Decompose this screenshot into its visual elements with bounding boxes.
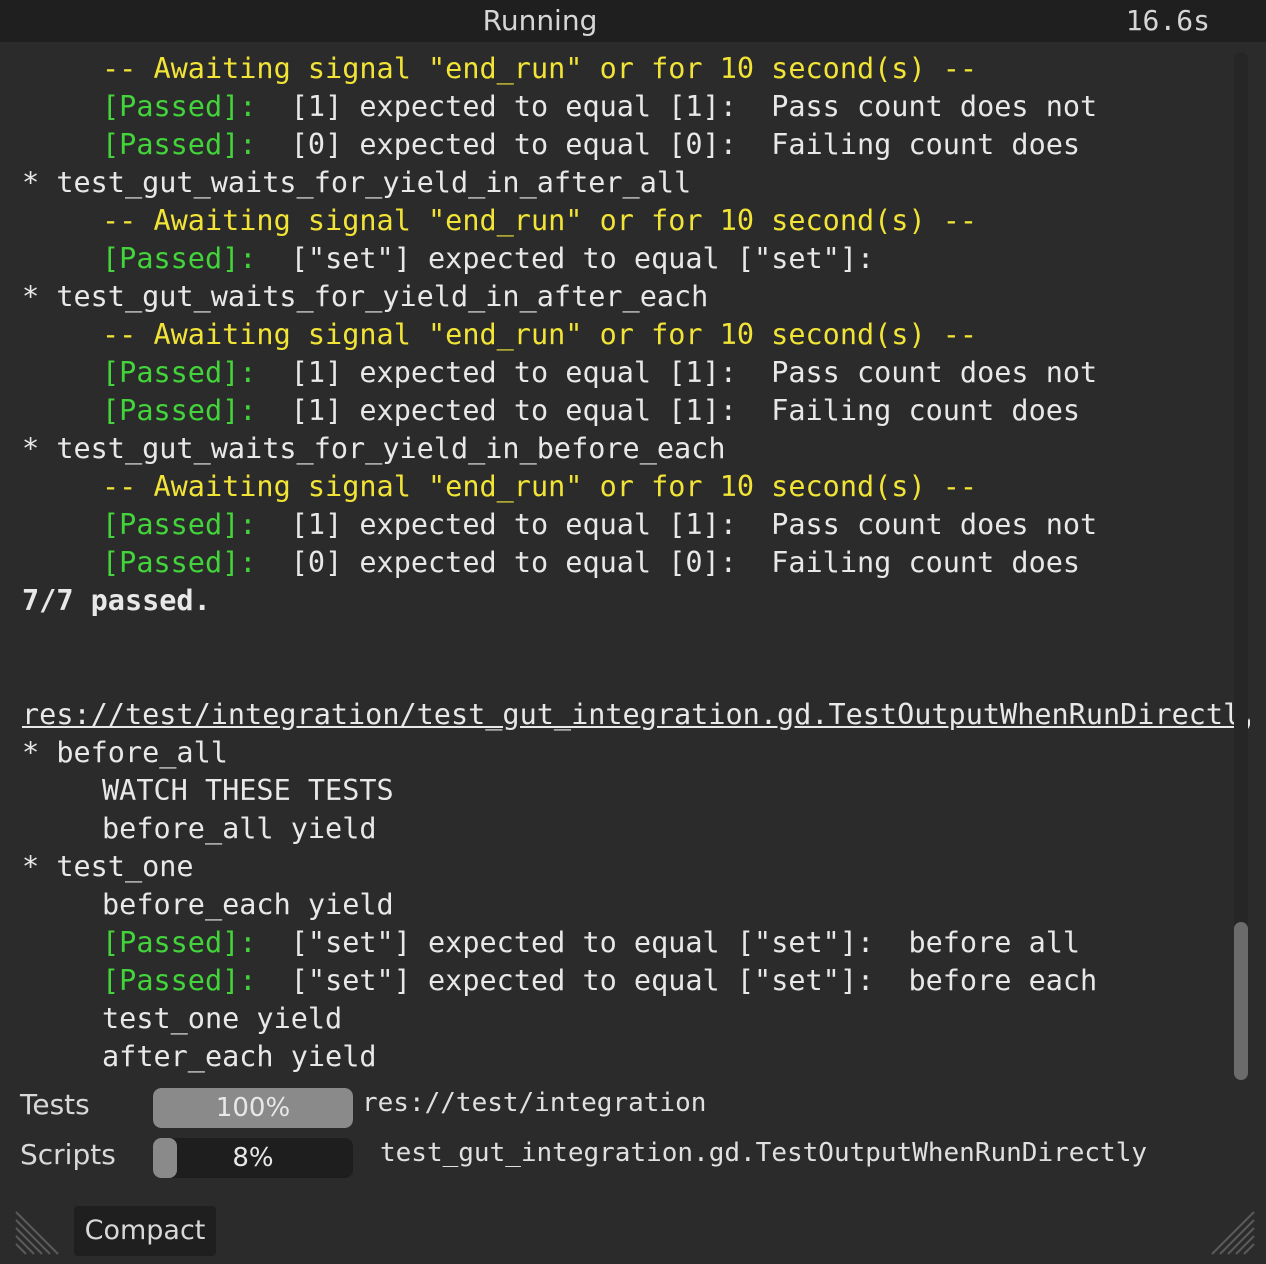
tests-label: Tests (20, 1088, 90, 1121)
test-name-line: * test_gut_waits_for_yield_in_after_each (22, 280, 709, 313)
passed-tag: [Passed]: (102, 128, 257, 161)
assert-passed-line: [Passed]: ["set"] expected to equal ["se… (102, 240, 874, 278)
await-signal-line: -- Awaiting signal "end_run" or for 10 s… (102, 204, 978, 237)
await-signal-line: -- Awaiting signal "end_run" or for 10 s… (102, 318, 978, 351)
title-bar[interactable]: Running 16.6s (0, 0, 1266, 42)
assert-passed-line: [Passed]: ["set"] expected to equal ["se… (102, 962, 1097, 1000)
passed-tag: [Passed]: (102, 926, 257, 959)
compact-button[interactable]: Compact (74, 1206, 216, 1256)
assert-passed-line: [Passed]: [1] expected to equal [1]: Pas… (102, 88, 1097, 126)
info-line: after_each yield (102, 1040, 377, 1073)
passed-tag: [Passed]: (102, 90, 257, 123)
tests-progress-percent: 100% (215, 1093, 291, 1123)
passed-tag: [Passed]: (102, 546, 257, 579)
passed-tag: [Passed]: (102, 394, 257, 427)
scripts-progress-percent: 8% (232, 1143, 274, 1173)
test-name-line: * test_gut_waits_for_yield_in_after_all (22, 166, 692, 199)
window-title: Running (482, 4, 598, 37)
scripts-current-script: test_gut_integration.gd.TestOutputWhenRu… (380, 1138, 1148, 1168)
tests-current-path: res://test/integration (362, 1088, 707, 1118)
passed-tag: [Passed]: (102, 508, 257, 541)
info-line: test_one yield (102, 1002, 343, 1035)
assert-message: ["set"] expected to equal ["set"]: befor… (256, 926, 1081, 959)
assert-passed-line: [Passed]: [1] expected to equal [1]: Pas… (102, 354, 1097, 392)
assert-message: [1] expected to equal [1]: Pass count do… (256, 356, 1098, 389)
passed-tag: [Passed]: (102, 356, 257, 389)
test-output-log[interactable]: -- Awaiting signal "end_run" or for 10 s… (4, 46, 1250, 1078)
test-name-line: * before_all (22, 736, 228, 769)
script-path-link[interactable]: res://test/integration/test_gut_integrat… (22, 696, 1250, 734)
await-signal-line: -- Awaiting signal "end_run" or for 10 s… (102, 52, 978, 85)
assert-message: [0] expected to equal [0]: Failing count… (256, 546, 1081, 579)
info-line: before_each yield (102, 888, 394, 921)
summary-line: 7/7 passed. (22, 584, 211, 617)
assert-passed-line: [Passed]: [0] expected to equal [0]: Fai… (102, 126, 1080, 164)
assert-message: [1] expected to equal [1]: Pass count do… (256, 508, 1098, 541)
info-line: WATCH THESE TESTS (102, 774, 394, 807)
passed-tag: [Passed]: (102, 242, 257, 275)
test-name-line: * test_one (22, 850, 194, 883)
info-line: before_all yield (102, 812, 377, 845)
scripts-label: Scripts (20, 1138, 116, 1171)
scripts-progress-bar: 8% (153, 1138, 353, 1178)
assert-message: [1] expected to equal [1]: Failing count… (256, 394, 1081, 427)
assert-passed-line: [Passed]: [1] expected to equal [1]: Fai… (102, 392, 1080, 430)
passed-tag: [Passed]: (102, 964, 257, 997)
tests-progress-bar: 100% (153, 1088, 353, 1128)
assert-passed-line: [Passed]: ["set"] expected to equal ["se… (102, 924, 1080, 962)
assert-passed-line: [Passed]: [1] expected to equal [1]: Pas… (102, 506, 1097, 544)
await-signal-line: -- Awaiting signal "end_run" or for 10 s… (102, 470, 978, 503)
assert-passed-line: [Passed]: [0] expected to equal [0]: Fai… (102, 544, 1080, 582)
assert-message: [1] expected to equal [1]: Pass count do… (256, 90, 1098, 123)
resize-grip-left-icon[interactable] (14, 1210, 60, 1256)
assert-message: ["set"] expected to equal ["set"]: (256, 242, 875, 275)
assert-message: [0] expected to equal [0]: Failing count… (256, 128, 1081, 161)
assert-message: ["set"] expected to equal ["set"]: befor… (256, 964, 1098, 997)
elapsed-time: 16.6s (1125, 4, 1210, 37)
output-scrollbar-thumb[interactable] (1234, 922, 1248, 1080)
test-name-line: * test_gut_waits_for_yield_in_before_eac… (22, 432, 726, 465)
resize-grip-right-icon[interactable] (1210, 1210, 1256, 1256)
